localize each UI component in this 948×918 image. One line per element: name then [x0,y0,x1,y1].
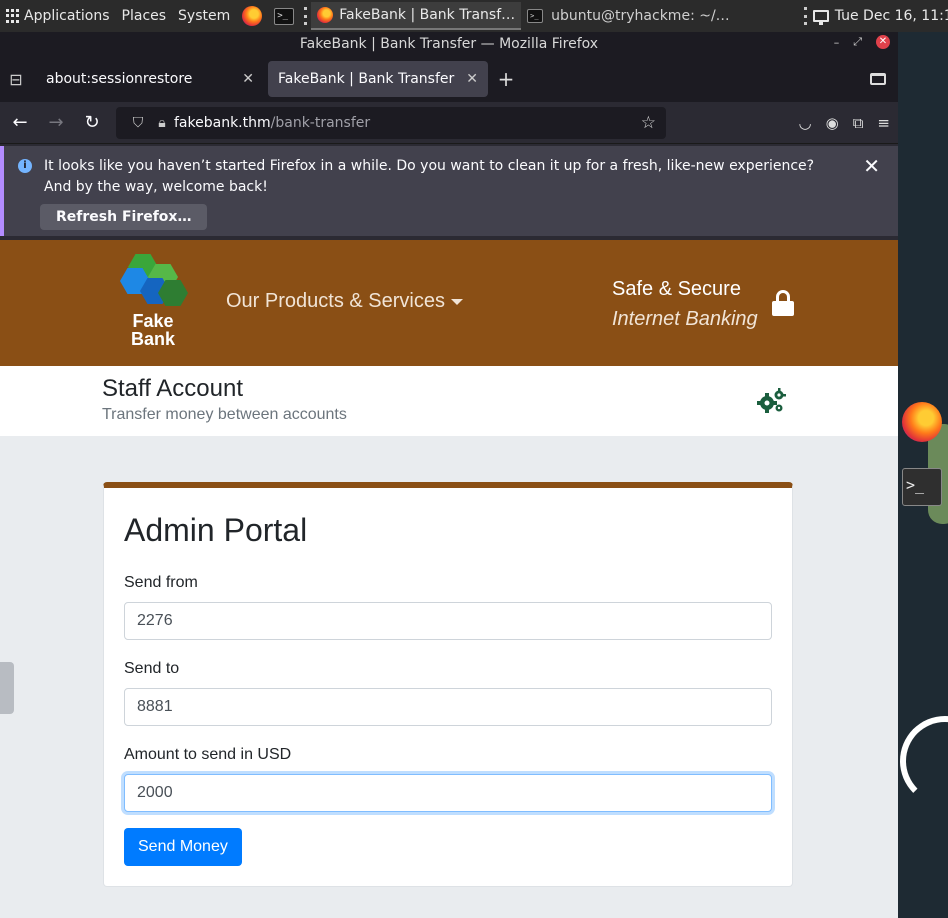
firefox-icon [317,7,334,23]
fakebank-logo[interactable]: Fake Bank [118,254,188,354]
tab-list-icon[interactable]: ⊟ [0,56,32,102]
apps-grid-icon [6,9,20,23]
shield-icon[interactable]: ⛉ [126,115,150,131]
refresh-firefox-button[interactable]: Refresh Firefox… [40,204,208,230]
extensions-icon[interactable]: ⧉ [853,114,864,132]
panel-separator [304,7,308,25]
url-path: /bank-transfer [270,114,371,131]
new-tab-icon[interactable]: + [488,67,524,91]
account-header: Staff Account Transfer money between acc… [0,366,898,436]
notification-message: It looks like you haven’t started Firefo… [44,158,815,195]
refresh-notification-bar: i It looks like you haven’t started Fire… [0,146,898,236]
reload-icon[interactable]: ↻ [74,112,110,133]
system-top-panel: Applications Places System >_ FakeBank |… [0,0,948,32]
firefox-launcher[interactable] [236,0,268,32]
tagline-line2: Internet Banking [612,308,758,330]
info-icon: i [18,159,32,173]
send-to-label: Send to [124,660,180,677]
amount-label: Amount to send in USD [124,746,292,763]
panel-separator [803,7,807,25]
window-title: FakeBank | Bank Transfer — Mozilla Firef… [299,36,599,52]
tagline-line1: Safe & Secure [612,278,741,300]
account-icon[interactable]: ◉ [826,114,839,132]
clock: Tue Dec 16, 11:19 [834,8,948,24]
back-icon[interactable]: ← [2,112,38,133]
toolbar-right-icons: ◡ ◉ ⧉ ≡ [799,114,890,132]
padlock-icon [772,290,794,316]
applications-menu[interactable]: Applications [0,0,116,32]
admin-portal-card: Admin Portal Send from Send to Amount to… [103,482,793,887]
window-titlebar: FakeBank | Bank Transfer — Mozilla Firef… [0,32,898,56]
firefox-icon [242,6,263,26]
secure-banking-tagline: Safe & Secure Internet Banking [612,274,758,334]
products-menu-label: Our Products & Services [226,290,445,312]
close-tab-icon[interactable]: ✕ [466,71,478,87]
terminal-icon: >_ [274,7,295,25]
pocket-icon[interactable]: ◡ [799,114,812,132]
taskbar-firefox-window[interactable]: FakeBank | Bank Transf… [311,2,522,30]
menu-icon[interactable]: ≡ [877,114,890,132]
tab-label: FakeBank | Bank Transfer [278,71,455,87]
taskbar-terminal-label: ubuntu@tryhackme: ~/… [551,8,730,24]
close-tab-icon[interactable]: ✕ [242,71,254,87]
send-from-label: Send from [124,574,198,591]
admin-portal-heading: Admin Portal [124,512,308,548]
terminal-desktop-icon[interactable]: >_ [902,468,942,506]
lock-icon[interactable]: 🔒︎ [150,115,174,131]
taskbar-terminal-window[interactable]: >_ ubuntu@tryhackme: ~/… [521,0,736,32]
send-to-input[interactable] [124,688,772,726]
window-controls: – ⤢ ✕ [834,35,890,49]
minimize-icon[interactable]: – [834,36,840,49]
gears-settings-icon[interactable] [756,388,786,414]
products-services-dropdown[interactable]: Our Products & Services [226,290,463,313]
tab-sessionrestore[interactable]: about:sessionrestore ✕ [36,61,264,97]
sidebar-drag-handle[interactable] [0,662,14,714]
site-header: Fake Bank Our Products & Services Safe & … [0,240,898,366]
terminal-icon: >_ [527,9,544,23]
terminal-launcher[interactable]: >_ [268,0,300,32]
maximize-icon[interactable]: ⤢ [853,35,862,49]
amount-input[interactable] [124,774,772,812]
caret-down-icon [450,298,463,305]
firefox-window: FakeBank | Bank Transfer — Mozilla Firef… [0,32,898,918]
system-menu[interactable]: System [172,0,236,32]
monitor-icon [812,10,829,25]
bookmark-star-icon[interactable]: ☆ [641,113,656,133]
desktop-background: >_ [898,32,948,918]
taskbar-firefox-label: FakeBank | Bank Transf… [339,7,516,23]
account-title: Staff Account [102,375,243,402]
system-label: System [178,8,231,24]
clock-area[interactable]: Tue Dec 16, 11:19 [811,0,948,32]
places-label: Places [121,8,167,24]
forward-icon[interactable]: → [38,112,74,133]
url-bar[interactable]: ⛉ 🔒︎ fakebank.thm/bank-transfer ☆ [116,106,666,139]
close-window-icon[interactable]: ✕ [876,35,890,49]
cloud-wallpaper-shape [900,716,948,806]
send-from-input[interactable] [124,602,772,640]
firefox-desktop-icon[interactable] [902,402,942,442]
tab-bank-transfer[interactable]: FakeBank | Bank Transfer ✕ [268,61,488,97]
page-content: Fake Bank Our Products & Services Safe & … [0,240,898,918]
tab-bar: ⊟ about:sessionrestore ✕ FakeBank | Bank… [0,56,898,102]
account-subtitle: Transfer money between accounts [102,406,347,423]
navigation-toolbar: ← → ↻ ⛉ 🔒︎ fakebank.thm/bank-transfer ☆ … [0,102,898,144]
send-money-button[interactable]: Send Money [124,828,242,866]
applications-label: Applications [24,8,110,24]
tab-label: about:sessionrestore [46,71,193,87]
firefox-view-icon[interactable] [870,73,886,85]
close-notification-icon[interactable]: ✕ [863,154,880,178]
places-menu[interactable]: Places [116,0,173,32]
logo-text: Fake Bank [130,311,175,349]
url-host: fakebank.thm [174,114,271,131]
